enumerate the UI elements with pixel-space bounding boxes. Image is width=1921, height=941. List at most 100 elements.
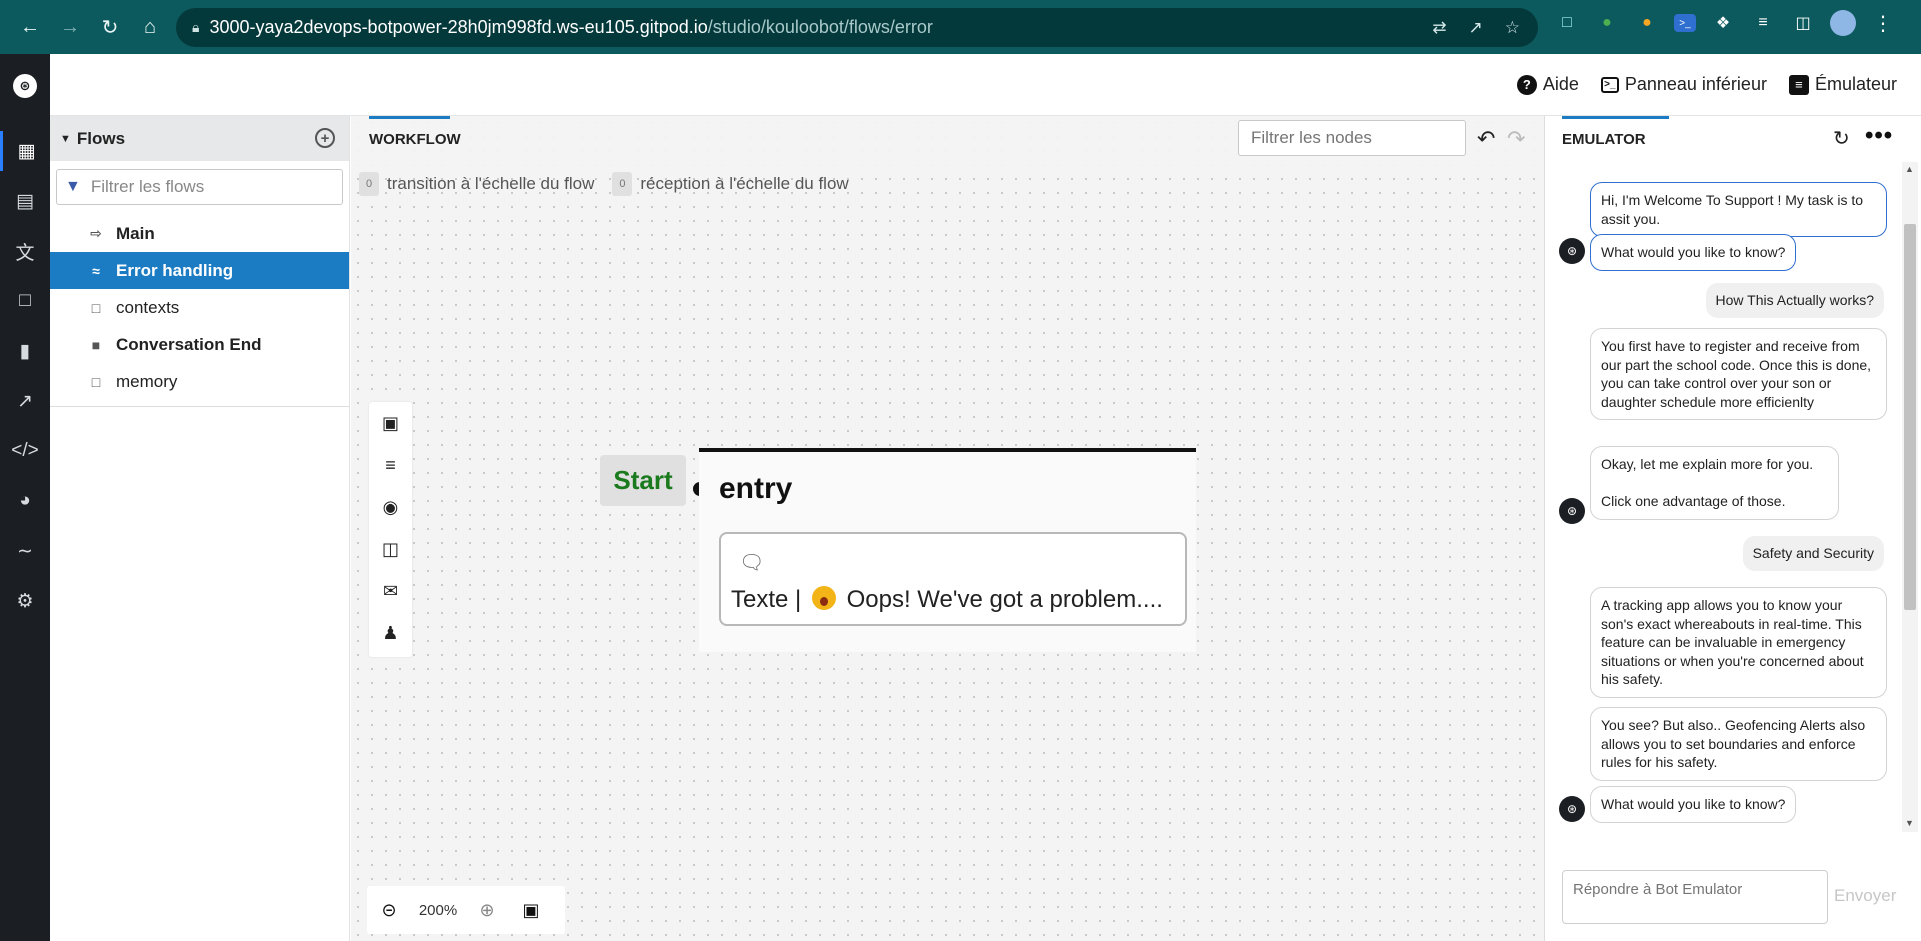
transitions-label: transition à l'échelle du flow	[387, 174, 595, 193]
filter-flows-input[interactable]	[90, 177, 331, 197]
flows-nav-icon[interactable]: ▦	[0, 131, 50, 171]
translate-nav-icon[interactable]: 文	[0, 231, 50, 271]
flow-item-main[interactable]: ⇨ Main	[50, 215, 349, 252]
help-label: Aide	[1542, 74, 1579, 94]
email-node-icon[interactable]: ✉	[369, 570, 412, 612]
terminal-extension-icon[interactable]: >_	[1674, 14, 1696, 32]
conversation-scrollbar[interactable]: ▲ ▼	[1902, 162, 1918, 832]
zoom-out-icon[interactable]: ⊝	[367, 900, 411, 921]
user-message: How This Actually works?	[1705, 283, 1884, 318]
bottom-panel-button[interactable]: >_ Panneau inférieur	[1600, 74, 1767, 95]
emulator-panel: EMULATOR ↻ ••• Hi, I'm Welcome To Suppor…	[1544, 116, 1921, 941]
puzzle-extension-icon[interactable]: ❖	[1710, 10, 1736, 36]
conversation: Hi, I'm Welcome To Support ! My task is …	[1545, 162, 1908, 832]
bot-avatar-icon: ⊛	[1559, 238, 1585, 264]
bot-message: What would you like to know?	[1590, 786, 1797, 823]
qna-nav-icon[interactable]: □	[0, 281, 50, 321]
nlu-nav-icon[interactable]: ∼	[0, 531, 50, 571]
share-icon[interactable]: ↗	[1469, 18, 1483, 38]
browser-menu-icon[interactable]: ⋮	[1870, 10, 1896, 36]
flow-item-label: Conversation End	[116, 334, 262, 354]
node-toolbox: ▣ ≡ ◉ ◫ ✉ ♟	[369, 402, 412, 657]
settings-nav-icon[interactable]: ⚙	[0, 581, 50, 621]
list-node-icon[interactable]: ≡	[369, 444, 412, 486]
router-node-icon[interactable]: ◫	[369, 528, 412, 570]
profile-avatar[interactable]	[1830, 10, 1856, 36]
flow-item-memory[interactable]: □ memory	[50, 363, 349, 400]
standard-node-icon[interactable]: ▣	[369, 402, 412, 444]
tab-workflow[interactable]: WORKFLOW	[369, 116, 461, 156]
square-icon: ■	[91, 336, 101, 353]
botpress-logo-icon[interactable]: ⊛	[13, 74, 37, 98]
filter-icon: ▼	[65, 178, 81, 195]
user-message: Safety and Security	[1742, 536, 1884, 571]
content-nav-icon[interactable]: ▤	[0, 181, 50, 221]
node-content-card[interactable]: 🗨︎ Texte | Oops! We've got a problem....	[719, 532, 1187, 626]
tab-emulator[interactable]: EMULATOR	[1562, 116, 1669, 156]
side-panel-icon[interactable]: ◫	[1790, 10, 1816, 36]
forward-icon[interactable]: →	[50, 7, 90, 47]
more-options-icon[interactable]: •••	[1865, 122, 1893, 150]
analytics-nav-icon[interactable]: ↗	[0, 381, 50, 421]
flows-header[interactable]: ▼ Flows +	[50, 116, 349, 161]
reading-list-icon[interactable]: ≡	[1750, 10, 1776, 36]
bot-message: What would you like to know?	[1590, 234, 1797, 271]
omnibox-actions: ⇄ ↗ ☆	[1432, 18, 1520, 38]
grammarly-extension-icon[interactable]: ●	[1634, 10, 1660, 36]
node-title: entry	[719, 472, 793, 505]
evernote-extension-icon[interactable]: ●	[1594, 10, 1620, 36]
filter-nodes-input[interactable]	[1238, 120, 1466, 156]
flow-wide-counters: 0 transition à l'échelle du flow 0 récepti…	[359, 172, 849, 196]
node-content-text: Texte | Oops! We've got a problem....	[731, 586, 1163, 614]
redo-icon[interactable]: ↷	[1507, 126, 1525, 152]
send-button[interactable]: Envoyer	[1834, 886, 1896, 906]
scrollbar-thumb[interactable]	[1904, 224, 1916, 610]
flow-item-label: contexts	[116, 297, 180, 317]
url-path: /studio/kouloobot/flows/error	[707, 17, 933, 37]
help-button[interactable]: ? Aide	[1516, 74, 1579, 95]
translate-icon[interactable]: ⇄	[1432, 18, 1446, 38]
code-editor-nav-icon[interactable]: </>	[0, 431, 50, 471]
fit-view-icon[interactable]: ▣	[509, 900, 553, 921]
zoom-in-icon[interactable]: ⊕	[465, 900, 509, 921]
transitions-counter[interactable]: 0 transition à l'échelle du flow	[359, 172, 594, 196]
receptions-label: réception à l'échelle du flow	[640, 174, 849, 193]
browser-toolbar: ← → ↻ ⌂ 🔒︎ 3000-yaya2devops-botpower-28h…	[0, 0, 1921, 54]
screenshot-extension-icon[interactable]: □	[1554, 10, 1580, 36]
undo-icon[interactable]: ↶	[1477, 126, 1495, 152]
receptions-counter[interactable]: 0 réception à l'échelle du flow	[612, 172, 849, 196]
emulator-label: Émulateur	[1814, 74, 1897, 94]
hitl-nav-icon[interactable]: ◕	[0, 481, 50, 521]
transitions-count-badge: 0	[359, 172, 379, 196]
caret-down-icon[interactable]: ▼	[60, 133, 71, 145]
flow-item-error-handling[interactable]: ≈ Error handling	[50, 252, 349, 289]
entry-node[interactable]: entry 🗨︎ Texte | Oops! We've got a probl…	[699, 448, 1196, 652]
chat-icon: ≡	[1788, 74, 1809, 95]
flow-item-conversation-end[interactable]: ■ Conversation End	[50, 326, 349, 363]
reload-icon[interactable]: ↻	[90, 7, 130, 47]
emulator-button[interactable]: ≡ Émulateur	[1788, 74, 1897, 95]
studio-nav-rail: ⊛ ▦ ▤ 文 □ ▮ ↗ </> ◕ ∼ ⚙	[0, 54, 50, 941]
star-icon[interactable]: ☆	[1505, 18, 1520, 38]
user-node-icon[interactable]: ♟	[369, 612, 412, 654]
url-text[interactable]: 3000-yaya2devops-botpower-28h0jm998fd.ws…	[209, 17, 932, 38]
scroll-up-icon[interactable]: ▲	[1905, 164, 1914, 174]
scroll-down-icon[interactable]: ▼	[1905, 818, 1914, 828]
flows-filter: ▼	[56, 169, 343, 205]
add-flow-icon[interactable]: +	[315, 128, 335, 148]
bot-message: A tracking app allows you to know your s…	[1590, 587, 1887, 698]
address-bar[interactable]: 🔒︎ 3000-yaya2devops-botpower-28h0jm998fd…	[176, 8, 1538, 47]
flow-item-contexts[interactable]: □ contexts	[50, 289, 349, 326]
start-node[interactable]: Start	[600, 455, 686, 506]
flow-item-label: Main	[116, 223, 155, 243]
bot-avatar-icon: ⊛	[1559, 498, 1585, 524]
home-icon[interactable]: ⌂	[130, 7, 170, 47]
reply-input[interactable]	[1562, 870, 1828, 924]
reset-conversation-icon[interactable]: ↻	[1833, 126, 1850, 151]
action-node-icon[interactable]: ◉	[369, 486, 412, 528]
library-nav-icon[interactable]: ▮	[0, 331, 50, 371]
back-icon[interactable]: ←	[10, 7, 50, 47]
workflow-canvas[interactable]: WORKFLOW ↶ ↷ 0 transition à l'échelle du …	[351, 116, 1544, 941]
content-prefix: Texte |	[731, 586, 802, 613]
bot-message: You first have to register and receive f…	[1590, 328, 1887, 421]
